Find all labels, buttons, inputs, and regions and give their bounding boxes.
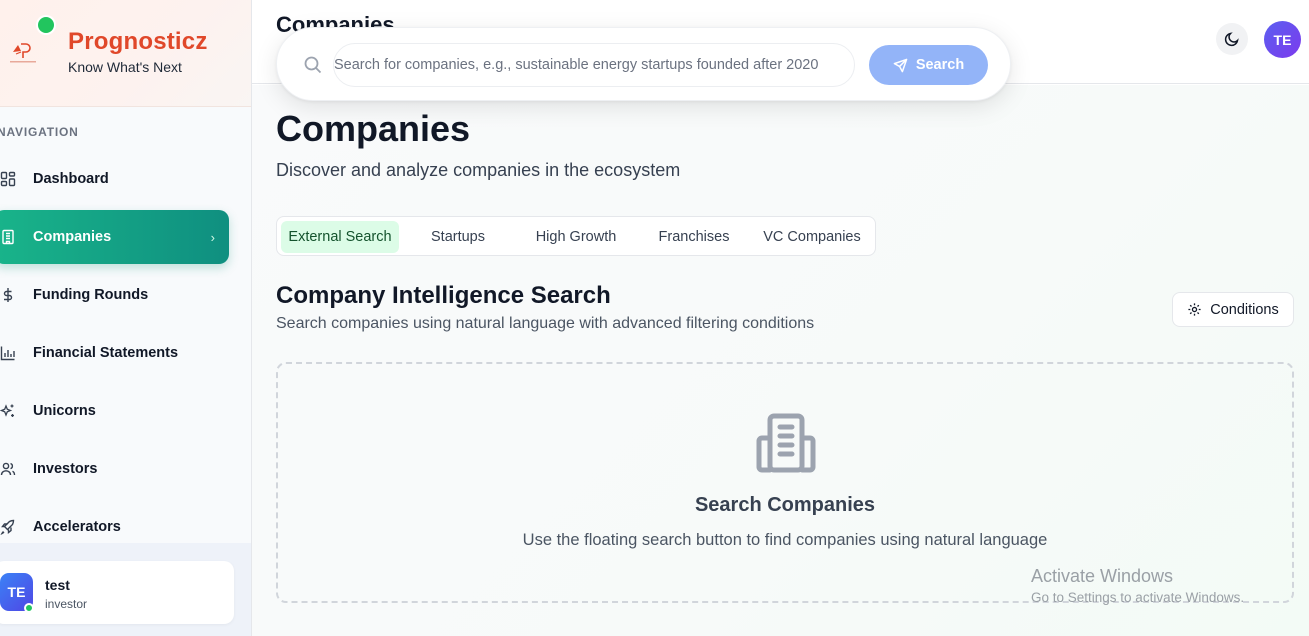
online-status-dot	[24, 603, 34, 613]
tab-startups[interactable]: Startups	[399, 221, 517, 253]
sidebar-item-label: Investors	[33, 461, 98, 477]
sidebar-item-funding-rounds[interactable]: Funding Rounds	[0, 268, 229, 322]
sidebar-item-unicorns[interactable]: Unicorns	[0, 384, 229, 438]
send-icon	[893, 58, 908, 72]
sidebar-item-label: Dashboard	[33, 171, 109, 187]
sidebar-item-label: Financial Statements	[33, 345, 179, 361]
activation-watermark-message: Go to Settings to activate Windows.	[1031, 590, 1245, 605]
user-role: investor	[45, 597, 88, 611]
conditions-label: Conditions	[1210, 301, 1279, 318]
sparkles-icon	[0, 399, 20, 423]
search-button[interactable]: Search	[869, 45, 988, 85]
brand-header: Prognosticz Know What's Next	[0, 0, 251, 107]
search-button-label: Search	[915, 57, 965, 73]
empty-state-message: Use the floating search button to find c…	[522, 531, 1048, 549]
section-title: Company Intelligence Search	[276, 282, 611, 309]
rocket-icon	[0, 515, 20, 539]
user-card[interactable]	[0, 561, 234, 624]
tab-franchises[interactable]: Franchises	[635, 221, 753, 253]
user-name: test	[45, 577, 70, 593]
tab-external-search[interactable]: External Search	[281, 221, 399, 253]
sidebar-item-label: Accelerators	[33, 519, 121, 535]
sidebar-item-investors[interactable]: Investors	[0, 442, 229, 496]
tab-high-growth[interactable]: High Growth	[517, 221, 635, 253]
brand-logo-wordmark	[10, 61, 36, 63]
dollar-icon	[0, 283, 20, 307]
tab-vc-companies[interactable]: VC Companies	[753, 221, 871, 253]
tab-bar: External Search Startups High Growth Fra…	[276, 216, 876, 256]
page-subtitle: Discover and analyze companies in the ec…	[276, 160, 681, 180]
sidebar-item-companies[interactable]: Companies ›	[0, 210, 229, 264]
sidebar-item-label: Funding Rounds	[33, 287, 149, 303]
sidebar-item-dashboard[interactable]: Dashboard	[0, 152, 229, 206]
status-dot	[38, 17, 54, 33]
theme-toggle-button[interactable]	[1216, 23, 1248, 55]
sidebar-item-label: Unicorns	[33, 403, 96, 419]
chevron-right-icon: ›	[210, 229, 215, 245]
main-content: Companies Discover and analyze companies…	[252, 85, 1309, 636]
floating-search-bar: Search	[276, 27, 1011, 101]
conditions-button[interactable]: Conditions	[1172, 292, 1294, 327]
page-title: Companies	[276, 108, 471, 149]
search-input[interactable]	[333, 43, 855, 87]
activation-watermark-title: Activate Windows	[1031, 566, 1174, 586]
users-icon	[0, 457, 20, 481]
section-subtitle: Search companies using natural language …	[276, 315, 815, 332]
profile-avatar[interactable]: TE	[1264, 21, 1301, 58]
sidebar: Prognosticz Know What's Next NAVIGATION …	[0, 0, 252, 636]
empty-state-title: Search Companies	[694, 494, 876, 516]
brand-tagline: Know What's Next	[68, 59, 182, 75]
brand-logo-icon[interactable]	[4, 32, 42, 70]
moon-icon	[1224, 32, 1239, 47]
sidebar-item-financial-statements[interactable]: Financial Statements	[0, 326, 229, 380]
building-icon	[756, 413, 816, 473]
bar-chart-icon	[0, 341, 20, 365]
search-icon	[304, 56, 322, 74]
brand-name[interactable]: Prognosticz	[68, 28, 208, 56]
sidebar-item-label: Companies	[33, 229, 112, 245]
building-icon	[0, 225, 20, 249]
gear-icon	[1188, 303, 1201, 316]
grid-icon	[0, 167, 20, 191]
nav-heading: NAVIGATION	[0, 125, 79, 139]
